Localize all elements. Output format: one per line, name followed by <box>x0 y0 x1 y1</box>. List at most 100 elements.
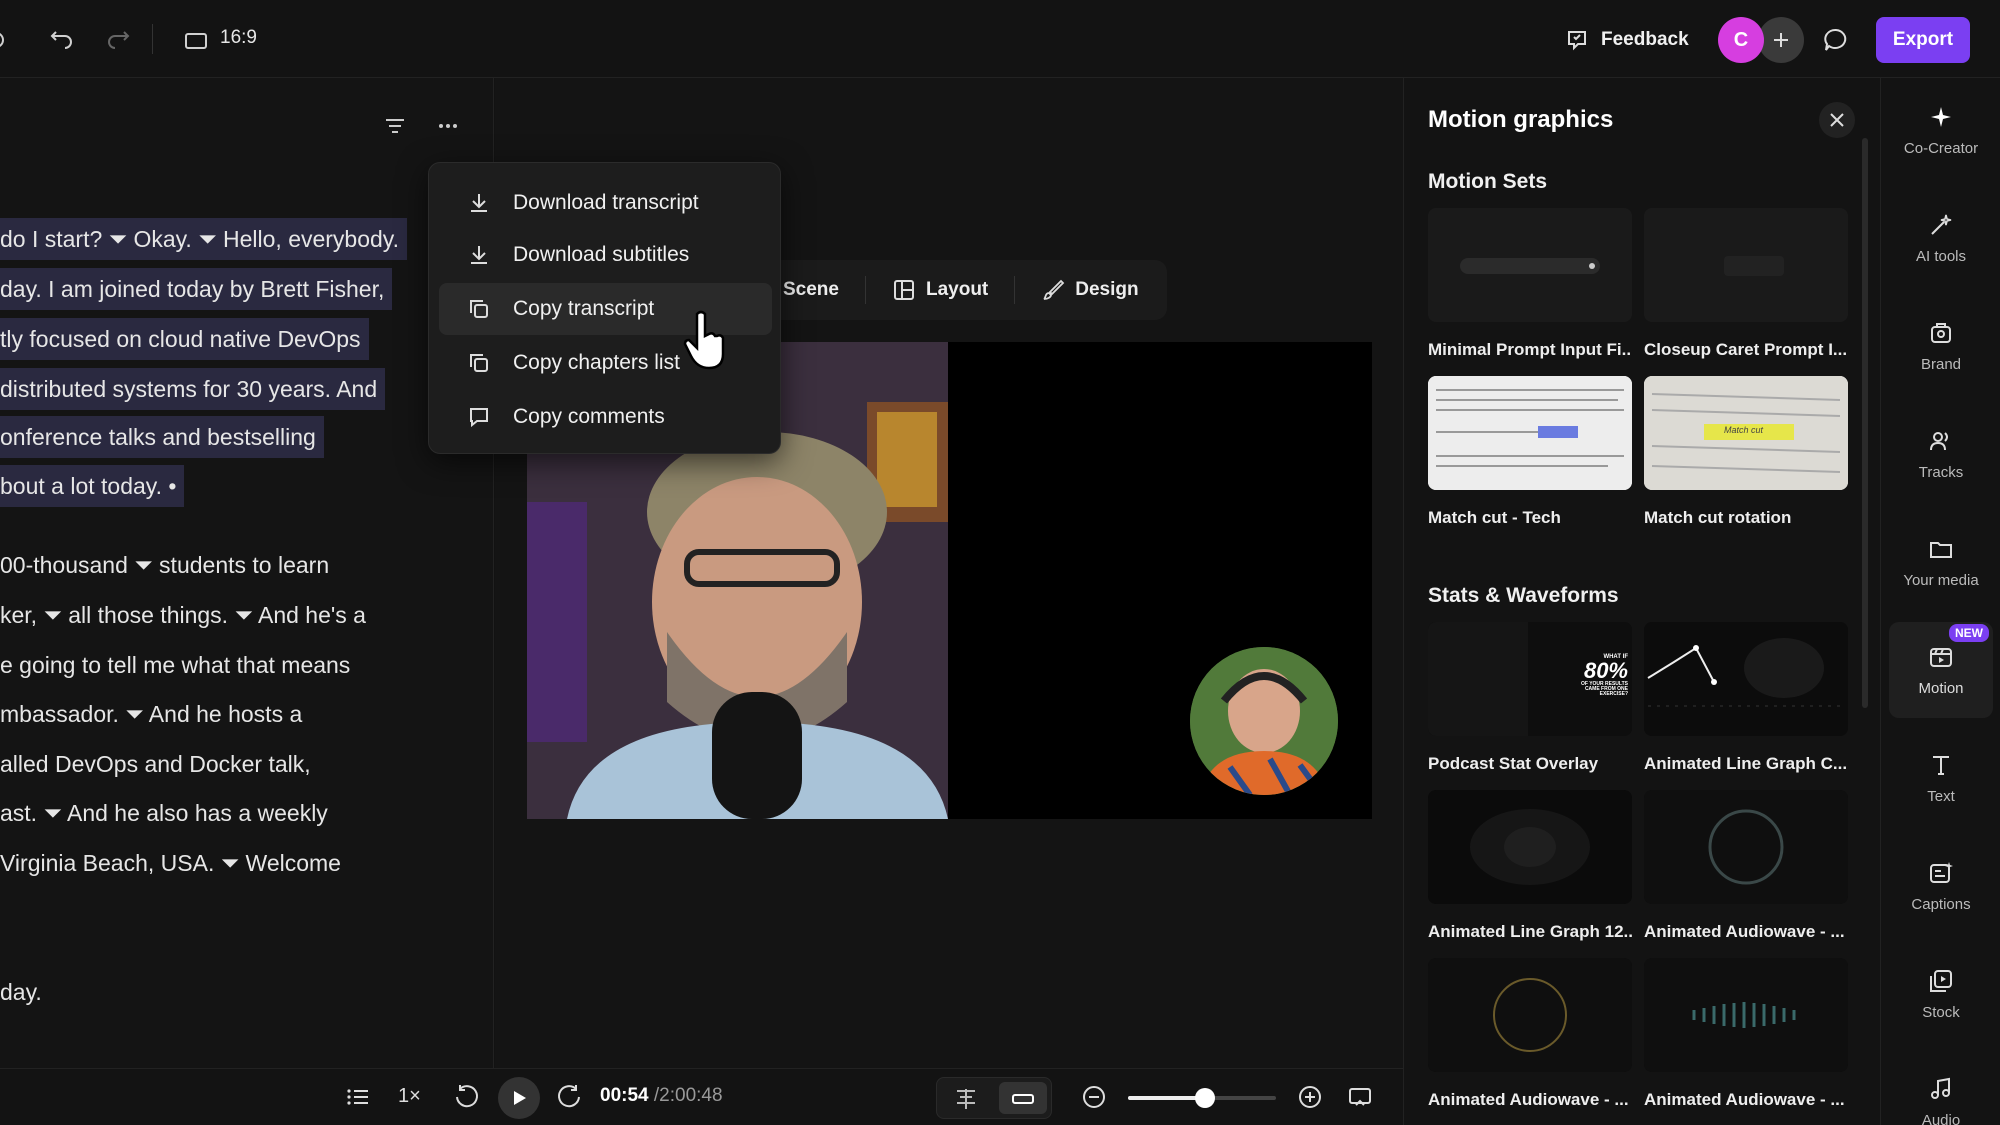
undo-icon[interactable] <box>48 26 76 54</box>
stock-icon <box>1928 968 1954 994</box>
transcript-line[interactable]: tly focused on cloud native DevOps <box>0 318 369 360</box>
layout-icon <box>893 280 914 300</box>
transcript-line[interactable]: 00-thousand ⏷ students to learn <box>0 544 329 586</box>
zoom-in-icon[interactable] <box>1296 1083 1324 1111</box>
motion-card[interactable]: Minimal Prompt Input Fi... <box>1428 208 1632 360</box>
motion-card[interactable]: Match cut - Tech <box>1428 376 1632 528</box>
rail-item-tracks[interactable]: Tracks <box>1889 406 1993 502</box>
aspect-ratio-icon[interactable] <box>182 26 210 54</box>
rail-item-stock[interactable]: Stock <box>1889 946 1993 1042</box>
card-label: Animated Line Graph C... <box>1644 754 1848 773</box>
transcript-line[interactable]: day. <box>0 971 42 1013</box>
stat-percent: 80% <box>1583 658 1628 683</box>
card-label: Minimal Prompt Input Fi... <box>1428 340 1632 359</box>
transcript-line[interactable]: alled DevOps and Docker talk, <box>0 743 311 785</box>
total-duration: /2:00:48 <box>653 1085 723 1106</box>
menu-download-subtitles[interactable]: Download subtitles <box>439 229 772 281</box>
card-label: Match cut rotation <box>1644 508 1792 527</box>
design-button[interactable]: Design <box>1041 278 1139 302</box>
card-label: Animated Line Graph 12... <box>1428 922 1632 941</box>
timecode: 00:54 /2:00:48 <box>600 1085 723 1107</box>
rail-item-label: Motion <box>1918 679 1964 697</box>
filter-icon[interactable] <box>381 112 409 140</box>
timeline-collapsed-icon <box>1011 1088 1035 1110</box>
back-icon[interactable] <box>0 26 14 54</box>
rail-item-brand[interactable]: Brand <box>1889 298 1993 394</box>
aspect-ratio-label[interactable]: 16:9 <box>220 27 257 49</box>
zoom-out-icon[interactable] <box>1080 1083 1108 1111</box>
transcript-line[interactable]: ast. ⏷ And he also has a weekly <box>0 792 328 834</box>
forward-5-icon[interactable] <box>556 1083 584 1111</box>
rail-item-audio[interactable]: Audio <box>1889 1054 1993 1125</box>
motion-card[interactable]: WHAT IF 80% OF YOUR RESULTS CAME FROM ON… <box>1428 622 1632 774</box>
fit-timeline-icon[interactable] <box>1346 1083 1374 1111</box>
rail-item-label: Audio <box>1921 1111 1961 1125</box>
rail-item-motion[interactable]: NEW Motion <box>1889 622 1993 718</box>
panel-scrollbar[interactable] <box>1862 138 1868 708</box>
feedback-button[interactable]: Feedback <box>1565 22 1689 58</box>
transcript-line[interactable]: ker, ⏷ all those things. ⏷ And he's a <box>0 594 366 636</box>
rail-item-text[interactable]: Text <box>1889 730 1993 826</box>
chapters-list-icon[interactable] <box>344 1083 372 1111</box>
play-button[interactable] <box>498 1077 540 1119</box>
rail-item-label: Your media <box>1903 571 1979 589</box>
user-avatar[interactable]: C <box>1718 17 1764 63</box>
redo-icon[interactable] <box>104 26 132 54</box>
transcript-line[interactable]: day. I am joined today by Brett Fisher, <box>0 268 393 310</box>
design-label: Design <box>1075 279 1139 300</box>
timeline-expanded-icon[interactable] <box>953 1086 979 1112</box>
card-thumbnail: WHAT IF 80% OF YOUR RESULTS CAME FROM ON… <box>1428 622 1632 736</box>
motion-card[interactable]: Animated Line Graph C... <box>1644 622 1848 774</box>
transcript-line[interactable]: bout a lot today. • <box>0 465 185 507</box>
motion-card[interactable]: Animated Audiowave - ... <box>1428 958 1632 1110</box>
motion-card[interactable]: Animated Audiowave - ... <box>1644 958 1848 1110</box>
menu-download-transcript[interactable]: Download transcript <box>439 177 772 229</box>
card-label: Closeup Caret Prompt I... <box>1644 340 1848 359</box>
text-icon <box>1928 752 1954 778</box>
rail-item-label: Tracks <box>1918 463 1964 481</box>
zoom-slider-thumb[interactable] <box>1194 1088 1215 1108</box>
transcript-line[interactable]: mbassador. ⏷ And he hosts a <box>0 693 302 735</box>
transcript-options-menu: Download transcript Download subtitles C… <box>428 162 781 454</box>
rail-item-captions[interactable]: Captions <box>1889 838 1993 934</box>
transcript-line[interactable]: onference talks and bestselling <box>0 416 324 458</box>
rail-item-label: Stock <box>1922 1003 1960 1021</box>
scene-button[interactable]: Scene <box>783 279 839 301</box>
timeline-view-toggle[interactable] <box>936 1077 1052 1119</box>
transcript-panel: do I start? ⏷ Okay. ⏷ Hello, everybody. … <box>0 78 494 1068</box>
close-icon <box>1830 113 1844 127</box>
transcript-line[interactable]: distributed systems for 30 years. And <box>0 368 386 410</box>
close-panel-button[interactable] <box>1819 102 1855 138</box>
transcript-line[interactable]: do I start? ⏷ Okay. ⏷ Hello, everybody. <box>0 218 407 260</box>
playback-speed-button[interactable]: 1× <box>398 1085 421 1108</box>
guest-video-bubble[interactable] <box>1190 647 1338 795</box>
motion-card[interactable]: Match cut Match cut rotation <box>1644 376 1848 528</box>
layout-button[interactable]: Layout <box>892 278 988 302</box>
motion-card[interactable]: Animated Audiowave - ... <box>1644 790 1848 942</box>
export-button[interactable]: Export <box>1876 17 1970 63</box>
menu-item-label: Copy transcript <box>513 297 655 320</box>
copy-icon <box>467 351 491 375</box>
zoom-slider[interactable] <box>1128 1088 1276 1108</box>
rail-item-your-media[interactable]: Your media <box>1889 514 1993 610</box>
card-thumbnail <box>1644 622 1848 736</box>
transcript-line[interactable]: Virginia Beach, USA. ⏷ Welcome <box>0 842 341 884</box>
rewind-5-icon[interactable] <box>452 1083 480 1111</box>
card-thumbnail <box>1428 790 1632 904</box>
tools-rail: Co-Creator AI tools Brand Tracks Your me… <box>1880 78 2000 1125</box>
card-thumbnail <box>1428 376 1632 490</box>
motion-card[interactable]: Closeup Caret Prompt I... <box>1644 208 1848 360</box>
add-collaborator-button[interactable] <box>1758 17 1804 63</box>
menu-copy-comments[interactable]: Copy comments <box>439 391 772 443</box>
transcript-line[interactable]: e going to tell me what that means <box>0 644 350 686</box>
comments-icon[interactable] <box>1820 24 1852 56</box>
copy-icon <box>467 297 491 321</box>
rail-item-ai-tools[interactable]: AI tools <box>1889 190 1993 286</box>
rail-item-label: Text <box>1927 787 1955 805</box>
motion-card[interactable]: Animated Line Graph 12... <box>1428 790 1632 942</box>
scene-label: Scene <box>783 279 839 300</box>
feedback-icon <box>1565 28 1589 52</box>
rail-item-co-creator[interactable]: Co-Creator <box>1889 82 1993 178</box>
card-thumbnail <box>1428 208 1632 322</box>
more-options-icon[interactable] <box>434 112 462 140</box>
